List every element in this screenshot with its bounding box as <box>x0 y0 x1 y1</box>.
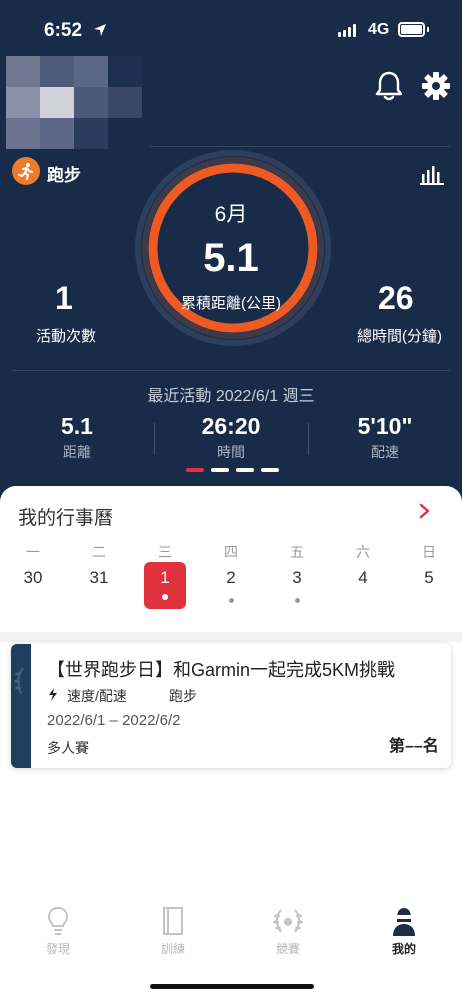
recent-time-value: 26:20 <box>201 413 261 439</box>
recent-distance-label: 距離 <box>63 444 91 460</box>
calendar-day[interactable]: 31 <box>79 568 119 588</box>
calendar-day[interactable]: 3 <box>277 568 317 588</box>
activity-count-label: 活動次數 <box>36 328 97 345</box>
section-divider <box>12 370 450 371</box>
event-dot <box>229 598 234 603</box>
page-dot-1[interactable] <box>186 468 204 472</box>
signal-icon <box>338 24 356 37</box>
weekday-label: 二 <box>92 544 106 560</box>
total-distance-label: 累積距離(公里) <box>181 295 281 312</box>
recent-pace-value: 5'10" <box>357 413 413 439</box>
challenge-card[interactable]: 【世界跑步日】和Garmin一起完成5KM挑戰 速度/配速 跑步 2022/6/… <box>11 644 451 768</box>
tab-competition-label: 競賽 <box>275 942 300 956</box>
recent-activity-title[interactable]: 最近活動 2022/6/1 週三 <box>0 382 462 406</box>
recent-time-label: 時間 <box>217 444 245 460</box>
chevron-right-icon[interactable] <box>418 503 432 519</box>
recent-distance: 5.1 距離 <box>0 413 154 462</box>
page-indicator[interactable] <box>186 468 279 472</box>
sport-selector[interactable]: 跑步 <box>47 161 81 186</box>
book-icon <box>163 907 183 935</box>
total-time-value: 26 <box>378 280 414 316</box>
gear-icon[interactable] <box>421 71 451 101</box>
calendar-day[interactable]: 2 <box>211 568 251 588</box>
tab-me[interactable]: 我的 <box>374 906 434 957</box>
bar-chart-icon[interactable] <box>420 163 444 185</box>
tab-discover-label: 發現 <box>45 942 70 956</box>
lightbulb-icon <box>47 906 69 935</box>
weekday-label: 日 <box>422 544 436 560</box>
challenge-card-strip <box>11 644 31 768</box>
tab-training-label: 訓練 <box>160 942 185 956</box>
bell-icon[interactable] <box>374 70 404 102</box>
calendar-day[interactable]: 4 <box>343 568 383 588</box>
calendar-day[interactable]: 30 <box>13 568 53 588</box>
challenge-type: 多人賽 <box>47 740 89 756</box>
tab-me-label: 我的 <box>391 942 416 956</box>
calendar-day-today[interactable]: 1 <box>144 568 186 588</box>
battery-tip <box>427 27 429 32</box>
event-dot <box>162 594 168 600</box>
battery-icon <box>398 22 425 37</box>
weekday-label: 三 <box>158 544 172 560</box>
challenge-title: 【世界跑步日】和Garmin一起完成5KM挑戰 <box>47 660 396 680</box>
challenge-date-range: 2022/6/1 – 2022/6/2 <box>47 712 181 729</box>
location-arrow-icon <box>94 24 106 36</box>
lightning-icon <box>49 688 57 701</box>
ring-month: 6月 <box>214 203 248 226</box>
status-time: 6:52 <box>44 20 83 41</box>
section-separator <box>0 632 462 642</box>
tab-training[interactable]: 訓練 <box>143 906 203 957</box>
calendar-day[interactable]: 5 <box>409 568 449 588</box>
page-dot-4[interactable] <box>261 468 279 472</box>
weekday-label: 四 <box>224 544 238 560</box>
page-dot-3[interactable] <box>236 468 254 472</box>
calendar-title[interactable]: 我的行事曆 <box>18 503 113 530</box>
activity-count-value: 1 <box>55 280 73 316</box>
header-divider <box>150 146 450 147</box>
challenge-rank: 第––名 <box>389 738 439 755</box>
recent-pace: 5'10" 配速 <box>308 413 462 462</box>
total-distance-value: 5.1 <box>203 236 259 280</box>
recent-distance-value: 5.1 <box>61 413 93 439</box>
event-dot <box>295 598 300 603</box>
total-time-label: 總時間(分鐘) <box>357 328 442 345</box>
challenge-tag-speed: 速度/配速 <box>67 688 127 704</box>
laurel-icon <box>273 909 303 933</box>
laurel-icon <box>14 667 24 695</box>
home-indicator <box>150 984 314 989</box>
recent-pace-label: 配速 <box>371 444 399 460</box>
challenge-tag-sport: 跑步 <box>169 688 197 704</box>
recent-time: 26:20 時間 <box>154 413 308 462</box>
weekday-label: 一 <box>26 544 40 560</box>
profile-icon <box>393 908 415 936</box>
tab-discover[interactable]: 發現 <box>28 906 88 957</box>
avatar[interactable] <box>6 56 142 149</box>
weekday-label: 六 <box>356 544 370 560</box>
network-type: 4G <box>368 21 390 38</box>
tab-competition[interactable]: 競賽 <box>258 906 318 957</box>
page-dot-2[interactable] <box>211 468 229 472</box>
running-icon[interactable] <box>12 157 40 185</box>
weekday-label: 五 <box>290 544 304 560</box>
